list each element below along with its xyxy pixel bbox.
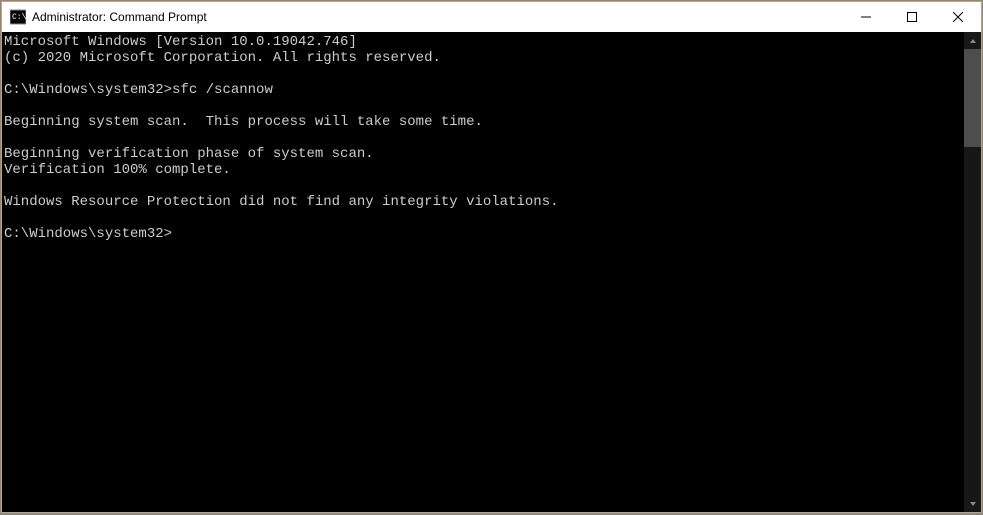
- terminal-line: Beginning verification phase of system s…: [4, 146, 374, 162]
- svg-text:C:\: C:\: [12, 13, 26, 22]
- scroll-up-arrow[interactable]: [964, 32, 981, 49]
- prompt-path: C:\Windows\system32>: [4, 226, 172, 242]
- window-title: Administrator: Command Prompt: [32, 10, 207, 24]
- scroll-track[interactable]: [964, 49, 981, 495]
- terminal-line: Beginning system scan. This process will…: [4, 114, 483, 130]
- minimize-button[interactable]: [843, 2, 889, 32]
- window-controls: [843, 2, 981, 32]
- prompt-command: sfc /scannow: [172, 82, 273, 98]
- terminal-line: Microsoft Windows [Version 10.0.19042.74…: [4, 34, 357, 50]
- vertical-scrollbar[interactable]: [964, 32, 981, 512]
- scroll-thumb[interactable]: [964, 49, 981, 147]
- titlebar[interactable]: C:\ Administrator: Command Prompt: [2, 2, 981, 32]
- close-button[interactable]: [935, 2, 981, 32]
- terminal-output[interactable]: Microsoft Windows [Version 10.0.19042.74…: [2, 32, 964, 512]
- terminal-line: Verification 100% complete.: [4, 162, 231, 178]
- scroll-down-arrow[interactable]: [964, 495, 981, 512]
- prompt-path: C:\Windows\system32>: [4, 82, 172, 98]
- cmd-icon: C:\: [10, 9, 26, 25]
- command-prompt-window: C:\ Administrator: Command Prompt Micros…: [1, 1, 982, 513]
- terminal-container: Microsoft Windows [Version 10.0.19042.74…: [2, 32, 981, 512]
- terminal-line: Windows Resource Protection did not find…: [4, 194, 559, 210]
- maximize-button[interactable]: [889, 2, 935, 32]
- terminal-line: (c) 2020 Microsoft Corporation. All righ…: [4, 50, 441, 66]
